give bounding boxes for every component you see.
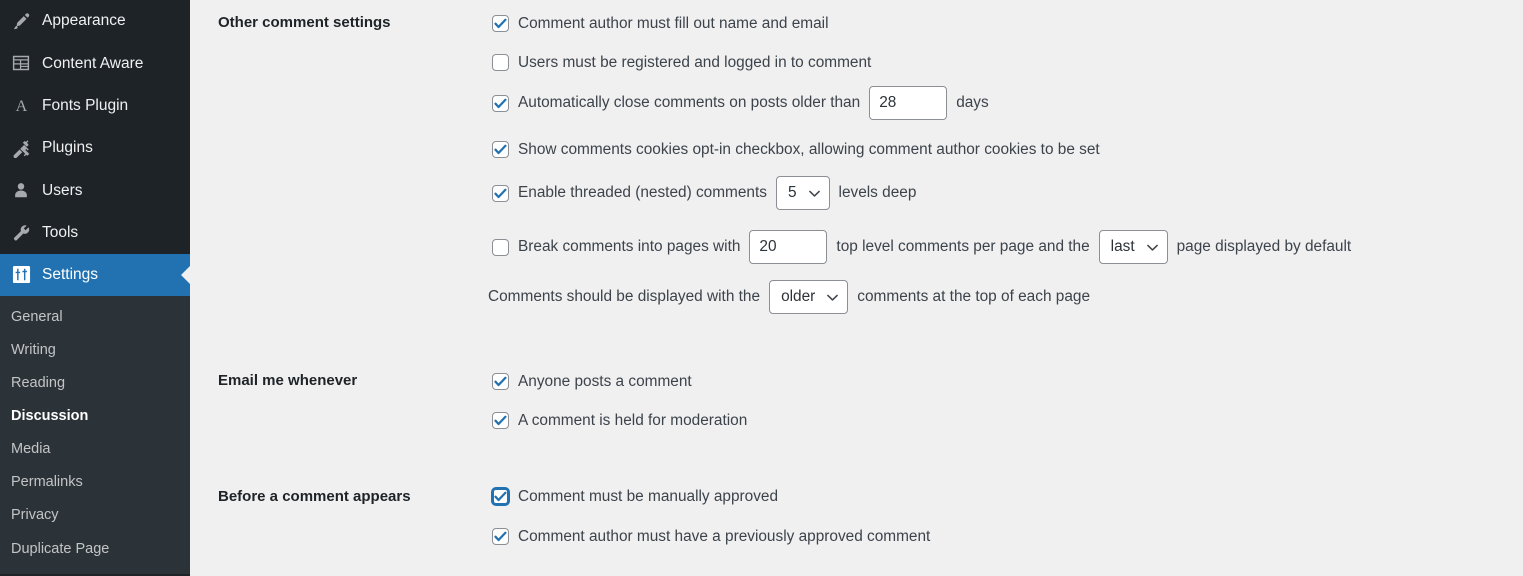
select-default-comments-page-value: last	[1110, 238, 1135, 256]
sidebar-item-appearance[interactable]: Appearance	[0, 0, 190, 42]
chevron-down-icon	[1146, 241, 1159, 254]
submenu-item-duplicate-page[interactable]: Duplicate Page	[0, 533, 190, 566]
checkbox-threaded-comments[interactable]	[492, 184, 509, 202]
setting-row-threaded-comments: Enable threaded (nested) comments 5 leve…	[492, 176, 916, 210]
input-auto-close-days[interactable]	[869, 86, 948, 120]
setting-row-auto-close: Automatically close comments on posts ol…	[492, 86, 989, 120]
section-label-before-comment-appears: Before a comment appears	[218, 488, 411, 505]
select-comment-order[interactable]: older	[769, 280, 849, 314]
submenu-item-permalinks[interactable]: Permalinks	[0, 467, 190, 500]
setting-label-manually-approved: Comment must be manually approved	[518, 487, 779, 505]
settings-sliders-icon	[11, 265, 31, 285]
sidebar-item-label: Plugins	[42, 139, 93, 157]
submenu-item-privacy[interactable]: Privacy	[0, 500, 190, 533]
section-label-other-comment-settings: Other comment settings	[218, 14, 391, 31]
setting-label-anyone-posts: Anyone posts a comment	[518, 372, 692, 390]
setting-label-author-name-email: Comment author must fill out name and em…	[518, 14, 829, 32]
setting-label-display-order-suffix: comments at the top of each page	[857, 288, 1091, 306]
discussion-settings-form: Other comment settings Comment author mu…	[190, 0, 1523, 576]
setting-label-must-be-registered: Users must be registered and logged in t…	[518, 53, 872, 71]
submenu-item-media[interactable]: Media	[0, 434, 190, 467]
sidebar-item-tools[interactable]: Tools	[0, 211, 190, 253]
sidebar-item-settings[interactable]: Settings	[0, 253, 190, 297]
submenu-item-discussion[interactable]: Discussion	[0, 400, 190, 433]
plug-icon	[11, 138, 31, 158]
user-icon	[11, 180, 31, 200]
submenu-item-reading[interactable]: Reading	[0, 367, 190, 400]
setting-row-previously-approved: Comment author must have a previously ap…	[492, 528, 930, 545]
checkbox-cookies-optin[interactable]	[492, 141, 509, 158]
sidebar-item-label: Users	[42, 181, 83, 199]
setting-row-cookies-optin: Show comments cookies opt-in checkbox, a…	[492, 141, 1100, 158]
checkbox-previously-approved[interactable]	[492, 528, 509, 545]
sidebar-item-content-aware[interactable]: Content Aware	[0, 42, 190, 84]
setting-row-break-comments-pages: Break comments into pages with top level…	[492, 230, 1351, 264]
setting-label-break-pages-suffix: page displayed by default	[1176, 238, 1352, 256]
setting-label-break-pages-prefix: Break comments into pages with	[518, 238, 741, 256]
setting-row-must-be-registered: Users must be registered and logged in t…	[492, 54, 871, 71]
setting-label-threaded-prefix: Enable threaded (nested) comments	[518, 184, 767, 202]
setting-label-threaded-suffix: levels deep	[838, 184, 917, 202]
letter-a-icon: A	[11, 96, 31, 116]
wrench-icon	[11, 223, 31, 243]
admin-sidebar: Appearance Content Aware A Fonts Plugin …	[0, 0, 190, 576]
setting-row-author-name-email: Comment author must fill out name and em…	[492, 15, 829, 32]
submenu-item-writing[interactable]: Writing	[0, 334, 190, 367]
sidebar-item-plugins[interactable]: Plugins	[0, 127, 190, 169]
settings-submenu: General Writing Reading Discussion Media…	[0, 296, 190, 575]
setting-label-display-order-prefix: Comments should be displayed with the	[488, 288, 761, 306]
sidebar-item-label: Fonts Plugin	[42, 96, 129, 114]
submenu-item-general[interactable]: General	[0, 301, 190, 334]
admin-screen: Appearance Content Aware A Fonts Plugin …	[0, 0, 1523, 576]
current-menu-arrow-icon	[181, 265, 190, 284]
paintbrush-icon	[11, 11, 31, 31]
chevron-down-icon	[808, 187, 821, 200]
setting-label-held-for-moderation: A comment is held for moderation	[518, 411, 748, 429]
select-default-comments-page[interactable]: last	[1098, 230, 1168, 264]
setting-row-anyone-posts: Anyone posts a comment	[492, 373, 692, 390]
setting-label-break-pages-mid: top level comments per page and the	[836, 238, 1090, 256]
select-thread-depth[interactable]: 5	[775, 176, 830, 210]
setting-row-comment-order: Comments should be displayed with the ol…	[488, 280, 1090, 314]
checkbox-manually-approved[interactable]	[492, 488, 509, 505]
checkbox-break-comments-pages[interactable]	[492, 238, 509, 256]
sidebar-item-fonts-plugin[interactable]: A Fonts Plugin	[0, 85, 190, 127]
layout-grid-icon	[11, 53, 31, 73]
section-label-email-me-whenever: Email me whenever	[218, 372, 358, 389]
sidebar-item-label: Tools	[42, 223, 79, 241]
svg-text:A: A	[15, 98, 27, 115]
checkbox-must-be-registered[interactable]	[492, 54, 509, 71]
setting-label-auto-close-prefix: Automatically close comments on posts ol…	[518, 94, 861, 112]
checkbox-held-for-moderation[interactable]	[492, 412, 509, 429]
setting-row-held-for-moderation: A comment is held for moderation	[492, 412, 747, 429]
sidebar-item-label: Content Aware	[42, 54, 144, 72]
sidebar-item-users[interactable]: Users	[0, 169, 190, 211]
setting-row-manually-approved: Comment must be manually approved	[492, 488, 778, 505]
select-comment-order-value: older	[781, 288, 816, 306]
checkbox-author-name-email[interactable]	[492, 15, 509, 32]
checkbox-anyone-posts-comment[interactable]	[492, 373, 509, 390]
chevron-down-icon	[826, 291, 839, 304]
setting-label-previously-approved: Comment author must have a previously ap…	[518, 527, 931, 545]
sidebar-item-label: Appearance	[42, 12, 126, 30]
sidebar-item-label: Settings	[42, 266, 99, 284]
setting-label-auto-close-suffix: days	[956, 94, 989, 112]
select-thread-depth-value: 5	[787, 184, 797, 202]
setting-label-cookies-optin: Show comments cookies opt-in checkbox, a…	[518, 140, 1100, 158]
checkbox-auto-close-comments[interactable]	[492, 94, 509, 112]
input-comments-per-page[interactable]	[749, 230, 828, 264]
